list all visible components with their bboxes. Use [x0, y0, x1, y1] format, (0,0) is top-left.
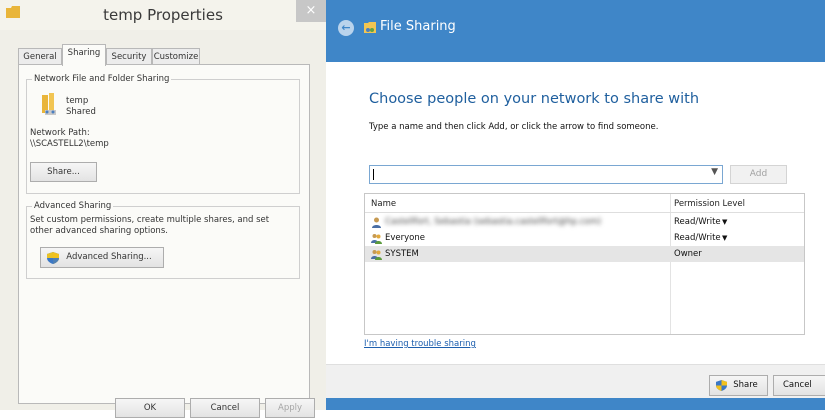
chevron-down-icon[interactable]: ▼ — [711, 167, 718, 177]
header-divider — [365, 212, 804, 213]
share-heading: Choose people on your network to share w… — [369, 91, 700, 107]
row-user-name: Castellfort, Sebastia (sebastia.castellf… — [385, 217, 602, 227]
trouble-sharing-link[interactable]: I'm having trouble sharing — [364, 339, 476, 349]
back-button[interactable]: ← — [338, 20, 354, 36]
table-row[interactable]: SYSTEM Owner — [365, 246, 804, 262]
shield-icon — [47, 252, 59, 264]
tab-customize[interactable]: Customize — [152, 48, 200, 65]
table-row[interactable]: Everyone Read/Write ▼ — [365, 230, 804, 246]
file-sharing-footer: Share Cancel — [326, 364, 825, 399]
advanced-sharing-button-label: Advanced Sharing... — [66, 252, 152, 262]
file-sharing-title: File Sharing — [380, 19, 456, 34]
cancel-button[interactable]: Cancel — [190, 398, 260, 418]
user-icon — [372, 217, 381, 228]
shield-icon — [716, 380, 727, 391]
column-header-name[interactable]: Name — [371, 199, 396, 209]
cancel-sharing-button[interactable]: Cancel — [773, 375, 825, 396]
share-submit-label: Share — [733, 380, 758, 390]
file-sharing-titlebar: ← File Sharing — [326, 0, 825, 62]
network-path-value: \\SCASTELL2\temp — [30, 139, 109, 149]
share-submit-button[interactable]: Share — [709, 375, 768, 396]
row-permission: Read/Write — [674, 217, 721, 227]
table-row[interactable]: Castellfort, Sebastia (sebastia.castellf… — [365, 214, 804, 230]
window-border — [326, 398, 825, 410]
advanced-sharing-button[interactable]: Advanced Sharing... — [40, 247, 164, 268]
tab-sharing[interactable]: Sharing — [62, 44, 106, 66]
permission-dropdown-icon[interactable]: ▼ — [722, 214, 727, 230]
row-user-name: SYSTEM — [385, 249, 419, 259]
ok-button[interactable]: OK — [115, 398, 185, 418]
row-user-name: Everyone — [385, 233, 425, 243]
back-arrow-icon: ← — [341, 21, 351, 34]
folder-status: Shared — [66, 107, 96, 117]
users-group-icon — [371, 250, 382, 260]
permission-dropdown-icon[interactable]: ▼ — [722, 230, 727, 246]
share-button[interactable]: Share... — [30, 162, 97, 182]
file-sharing-icon — [364, 22, 376, 33]
advanced-sharing-legend: Advanced Sharing — [32, 200, 114, 212]
tab-general[interactable]: General — [18, 48, 62, 65]
add-button[interactable]: Add — [730, 165, 787, 184]
tab-security[interactable]: Security — [106, 48, 152, 65]
column-header-permission[interactable]: Permission Level — [674, 199, 745, 209]
name-input[interactable]: ▼ — [369, 165, 723, 184]
apply-button[interactable]: Apply — [265, 398, 315, 418]
share-permissions-table: Name Permission Level Castellfort, Sebas… — [364, 193, 805, 335]
close-button[interactable]: × — [296, 0, 326, 22]
properties-title: temp Properties — [103, 6, 223, 24]
text-caret — [373, 169, 374, 180]
row-permission: Read/Write — [674, 233, 721, 243]
shared-folder-icon — [42, 93, 56, 115]
file-sharing-window: ← File Sharing Choose people on your net… — [326, 0, 825, 410]
properties-titlebar: temp Properties × — [0, 0, 326, 30]
folder-name: temp — [66, 96, 89, 106]
row-permission: Owner — [674, 249, 702, 259]
users-group-icon — [371, 234, 382, 244]
properties-window: temp Properties × General Sharing Securi… — [0, 0, 326, 418]
share-instruction: Type a name and then click Add, or click… — [369, 122, 659, 132]
advanced-sharing-description: Set custom permissions, create multiple … — [30, 215, 270, 236]
network-path-label: Network Path: — [30, 128, 90, 138]
network-sharing-legend: Network File and Folder Sharing — [32, 73, 172, 85]
